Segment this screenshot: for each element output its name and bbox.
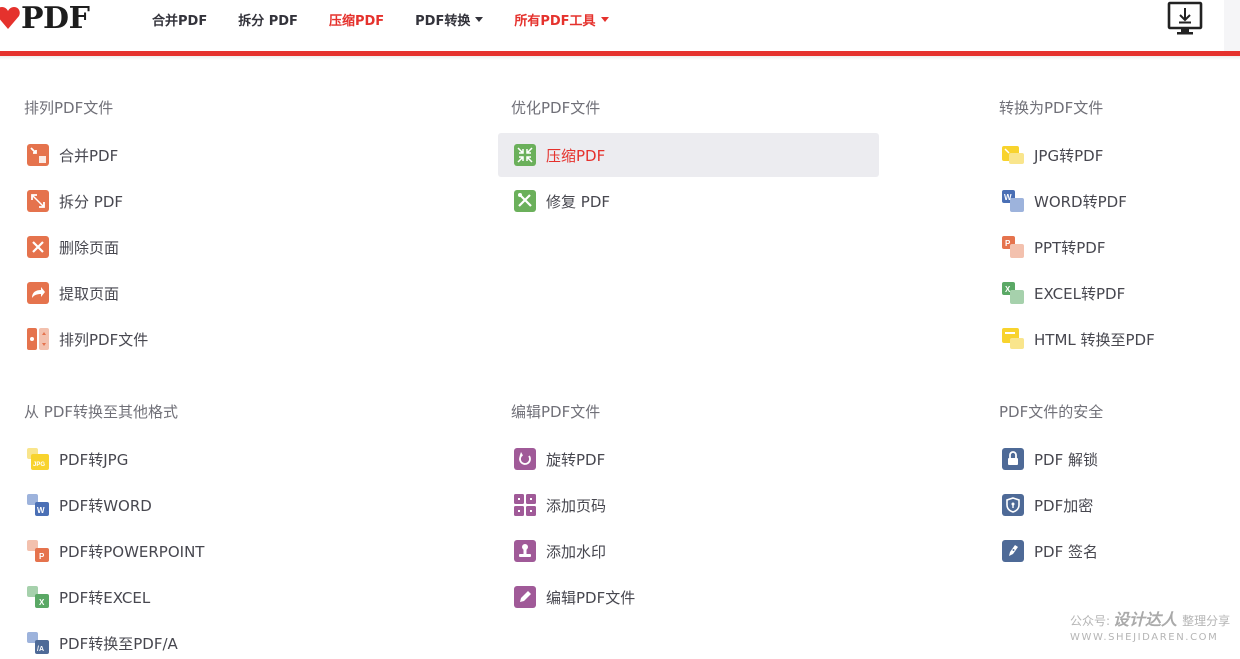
sign-icon: [1002, 540, 1024, 562]
tool-compress-pdf[interactable]: 压缩PDF: [498, 133, 879, 177]
section-title: 排列PDF文件: [24, 99, 114, 117]
svg-text:/A: /A: [37, 646, 44, 653]
pdf-to-word-icon: W: [27, 494, 49, 516]
extract-pages-icon: [27, 282, 49, 304]
svg-text:X: X: [39, 598, 45, 607]
svg-text:JPG: JPG: [33, 462, 45, 468]
section-title: 转换为PDF文件: [999, 99, 1104, 117]
tool-unlock-pdf[interactable]: PDF 解锁: [986, 437, 1211, 481]
section-convert-to-pdf: 转换为PDF文件 JPG转PDF W WORD转PDF P PPT转PDF X …: [999, 98, 1224, 358]
watermark-suffix: 整理分享: [1182, 614, 1231, 628]
section-organize: 排列PDF文件 合并PDF 拆分 PDF 删除页面 提取页面 排列PDF文件: [24, 98, 424, 358]
section-optimize: 优化PDF文件 压缩PDF 修复 PDF: [498, 98, 911, 238]
tool-add-page-numbers[interactable]: 添加页码: [498, 483, 879, 527]
tool-jpg-to-pdf[interactable]: JPG转PDF: [986, 133, 1211, 177]
svg-text:W: W: [37, 506, 45, 515]
compress-icon: [514, 144, 536, 166]
section-edit: 编辑PDF文件 旋转PDF 添加页码 添加水印 编辑PDF文件: [511, 402, 911, 622]
caret-down-icon: [475, 16, 484, 22]
unlock-icon: [1002, 448, 1024, 470]
scroll-gutter: [1224, 0, 1240, 51]
page-numbers-icon: [514, 494, 536, 516]
watermark-brand: 设计达人: [1113, 610, 1178, 629]
tool-word-to-pdf[interactable]: W WORD转PDF: [986, 179, 1211, 223]
tool-add-watermark[interactable]: 添加水印: [498, 529, 879, 573]
tool-rotate-pdf[interactable]: 旋转PDF: [498, 437, 879, 481]
tool-pdf-to-powerpoint[interactable]: P PDF转POWERPOINT: [11, 529, 392, 573]
pdf-to-powerpoint-icon: P: [27, 540, 49, 562]
tool-extract-pages[interactable]: 提取页面: [11, 271, 392, 315]
jpg-to-pdf-icon: [1002, 144, 1024, 166]
section-title: PDF文件的安全: [999, 403, 1104, 421]
tool-ppt-to-pdf[interactable]: P PPT转PDF: [986, 225, 1211, 269]
svg-text:P: P: [1005, 239, 1011, 248]
nav-convert-pdf[interactable]: PDF转换: [415, 10, 484, 29]
credit-watermark: 公众号: 设计达人 整理分享 WWW.SHEJIDAREN.COM: [1070, 606, 1230, 643]
tool-pdf-to-word[interactable]: W PDF转WORD: [11, 483, 392, 527]
tool-protect-pdf[interactable]: PDF加密: [986, 483, 1211, 527]
tool-pdf-to-pdfa[interactable]: /A PDF转换至PDF/A: [11, 621, 392, 659]
heart-logo-icon: [0, 6, 20, 30]
protect-icon: [1002, 494, 1024, 516]
tool-split-pdf[interactable]: 拆分 PDF: [11, 179, 392, 223]
nav-all-pdf-tools[interactable]: 所有PDF工具: [514, 10, 609, 29]
repair-icon: [514, 190, 536, 212]
logo[interactable]: PDF: [0, 0, 90, 36]
tool-merge-pdf[interactable]: 合并PDF: [11, 133, 392, 177]
nav-merge-pdf[interactable]: 合并PDF: [152, 10, 207, 29]
nav-split-pdf[interactable]: 拆分 PDF: [238, 10, 298, 29]
section-title: 编辑PDF文件: [511, 403, 601, 421]
html-to-pdf-icon: [1002, 328, 1024, 350]
ppt-to-pdf-icon: P: [1002, 236, 1024, 258]
pdf-to-excel-icon: X: [27, 586, 49, 608]
tool-edit-pdf[interactable]: 编辑PDF文件: [498, 575, 879, 619]
watermark-url: WWW.SHEJIDAREN.COM: [1070, 632, 1219, 643]
watermark-prefix: 公众号:: [1070, 614, 1111, 628]
top-header: PDF 合并PDF 拆分 PDF 压缩PDF PDF转换 所有PDF工具: [0, 0, 1240, 52]
svg-text:W: W: [1004, 193, 1012, 202]
organize-icon: [27, 328, 49, 350]
edit-pdf-icon: [514, 586, 536, 608]
rotate-icon: [514, 448, 536, 470]
nav-compress-pdf[interactable]: 压缩PDF: [329, 10, 384, 29]
section-convert-from-pdf: 从 PDF转换至其他格式 JPG PDF转JPG W PDF转WORD P PD…: [24, 402, 424, 659]
tool-organize-pdf[interactable]: 排列PDF文件: [11, 317, 392, 361]
pdf-to-jpg-icon: JPG: [27, 448, 49, 470]
merge-icon: [27, 144, 49, 166]
tool-pdf-to-jpg[interactable]: JPG PDF转JPG: [11, 437, 392, 481]
delete-pages-icon: [27, 236, 49, 258]
caret-down-icon: [600, 16, 609, 22]
section-title: 优化PDF文件: [511, 99, 601, 117]
excel-to-pdf-icon: X: [1002, 282, 1024, 304]
split-icon: [27, 190, 49, 212]
pdf-to-pdfa-icon: /A: [27, 632, 49, 654]
section-title: 从 PDF转换至其他格式: [24, 403, 178, 421]
logo-text: PDF: [21, 0, 90, 36]
tool-pdf-to-excel[interactable]: X PDF转EXCEL: [11, 575, 392, 619]
main-nav: 合并PDF 拆分 PDF 压缩PDF PDF转换 所有PDF工具: [152, 0, 640, 38]
tool-excel-to-pdf[interactable]: X EXCEL转PDF: [986, 271, 1211, 315]
tool-html-to-pdf[interactable]: HTML 转换至PDF: [986, 317, 1211, 361]
tool-repair-pdf[interactable]: 修复 PDF: [498, 179, 879, 223]
header-shadow: [0, 56, 1240, 60]
svg-text:X: X: [1005, 285, 1011, 294]
word-to-pdf-icon: W: [1002, 190, 1024, 212]
tool-delete-pages[interactable]: 删除页面: [11, 225, 392, 269]
tool-sign-pdf[interactable]: PDF 签名: [986, 529, 1211, 573]
section-security: PDF文件的安全 PDF 解锁 PDF加密 PDF 签名: [999, 402, 1224, 582]
watermark-icon: [514, 540, 536, 562]
monitor-download-icon[interactable]: [1166, 0, 1206, 38]
svg-text:P: P: [39, 552, 45, 561]
